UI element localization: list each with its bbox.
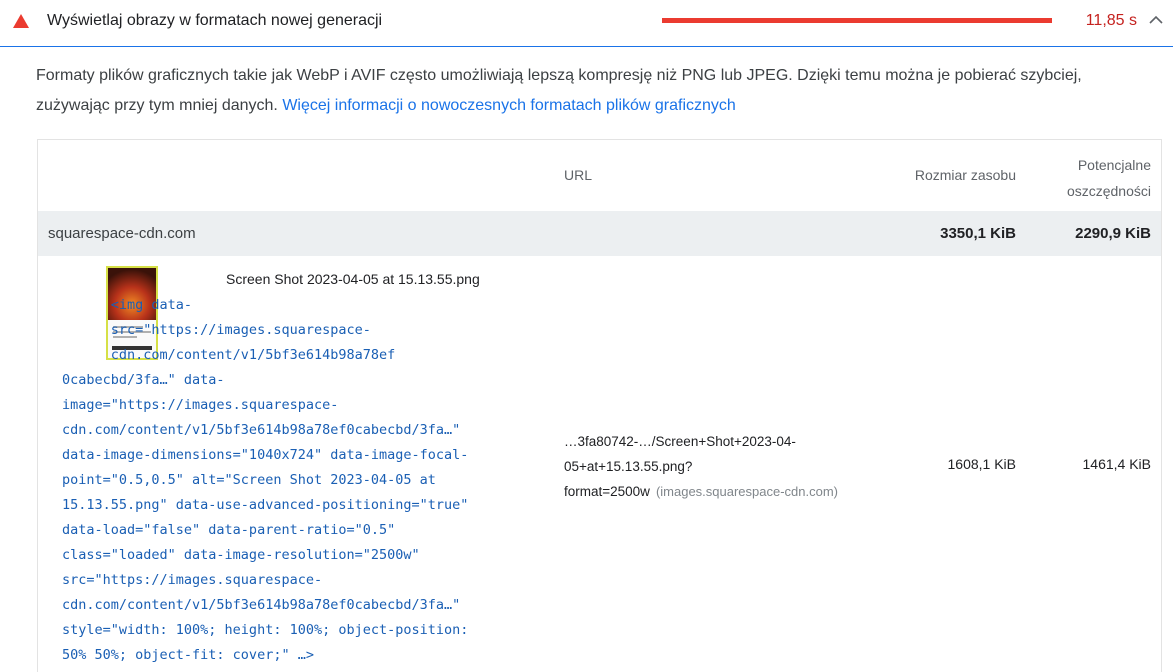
chevron-up-icon[interactable] xyxy=(1149,15,1163,25)
snippet-line: data-image-dimensions="1040x724" data-im… xyxy=(62,447,469,463)
learn-more-link[interactable]: Więcej informacji o nowoczesnych formata… xyxy=(282,97,736,114)
url-line: 05+at+15.13.55.png? xyxy=(564,459,693,474)
snippet-line: 50% 50%; object-fit: cover;" …> xyxy=(62,647,314,663)
url-line: …3fa80742-…/Screen+Shot+2023-04- xyxy=(564,434,796,449)
column-header-resource-size: Rozmiar zasobu xyxy=(914,167,1016,183)
warning-triangle-icon xyxy=(13,14,29,28)
snippet-line: point="0.5,0.5" alt="Screen Shot 2023-04… xyxy=(62,472,436,488)
url-line: format=2500w xyxy=(564,484,650,499)
snippet-line: cdn.com/content/v1/5bf3e614b98a78ef0cabe… xyxy=(62,597,461,613)
group-domain: squarespace-cdn.com xyxy=(48,225,196,242)
node-file-name: Screen Shot 2023-04-05 at 15.13.55.png xyxy=(226,271,480,287)
url-host: (images.squarespace-cdn.com) xyxy=(655,484,839,499)
column-header-url: URL xyxy=(564,167,593,183)
group-row: squarespace-cdn.com 3350,1 KiB 2290,9 Ki… xyxy=(38,211,1161,256)
group-potential-savings: 2290,9 KiB xyxy=(1075,225,1151,242)
snippet-line: <img data- xyxy=(62,297,193,313)
row-resource-size: 1608,1 KiB xyxy=(947,456,1017,472)
snippet-line: style="width: 100%; height: 100%; object… xyxy=(62,622,469,638)
snippet-line: 0cabecbd/3fa…" data- xyxy=(62,372,225,388)
group-resource-size: 3350,1 KiB xyxy=(940,225,1016,242)
snippet-line: 15.13.55.png" data-use-advanced-position… xyxy=(62,497,469,513)
audit-description: Formaty plików graficznych takie jak Web… xyxy=(36,61,1146,121)
node-snippet: <img data- src="https://images.squarespa… xyxy=(62,293,546,668)
audit-title: Wyświetlaj obrazy w formatach nowej gene… xyxy=(47,12,383,29)
snippet-line: cdn.com/content/v1/5bf3e614b98a78ef xyxy=(62,347,396,363)
snippet-line: src="https://images.squarespace- xyxy=(62,572,323,588)
snippet-line: cdn.com/content/v1/5bf3e614b98a78ef0cabe… xyxy=(62,422,461,438)
resource-url[interactable]: …3fa80742-…/Screen+Shot+2023-04- 05+at+1… xyxy=(564,429,864,504)
snippet-line: data-load="false" data-parent-ratio="0.5… xyxy=(62,522,396,538)
details-table: URL Rozmiar zasobu Potencjalne oszczędno… xyxy=(37,139,1162,672)
row-potential-savings: 1461,4 KiB xyxy=(1082,456,1152,472)
snippet-line: src="https://images.squarespace- xyxy=(62,322,371,338)
url-line-last: format=2500w (images.squarespace-cdn.com) xyxy=(564,479,864,504)
column-header-potential-savings: Potencjalne oszczędności xyxy=(1066,157,1151,199)
snippet-line: class="loaded" data-image-resolution="25… xyxy=(62,547,420,563)
audit-header[interactable]: Wyświetlaj obrazy w formatach nowej gene… xyxy=(0,0,1173,47)
snippet-line: image="https://images.squarespace- xyxy=(62,397,339,413)
savings-value: 11,85 s xyxy=(1085,12,1137,29)
savings-bar xyxy=(662,18,1052,23)
